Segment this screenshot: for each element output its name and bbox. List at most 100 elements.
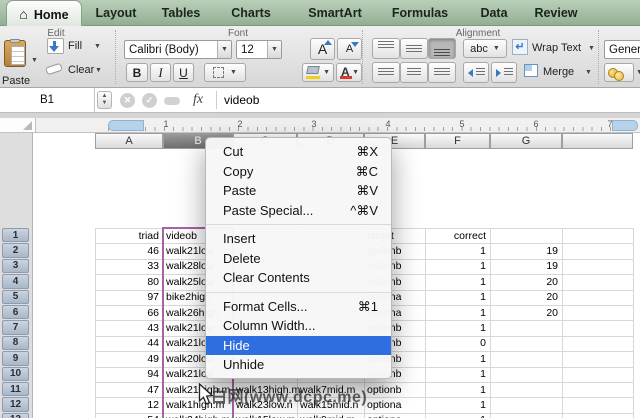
name-box[interactable]: B1 xyxy=(0,88,95,112)
cell-F13[interactable]: 1 xyxy=(425,414,486,418)
row-header-9[interactable]: 9 xyxy=(2,351,29,366)
decrease-indent-button[interactable] xyxy=(463,62,489,83)
cell-G3[interactable]: 19 xyxy=(490,260,558,273)
ruler-left-margin[interactable] xyxy=(108,120,144,131)
cell-A13[interactable]: 54 xyxy=(95,414,159,418)
menu-item-clear-contents[interactable]: Clear Contents xyxy=(206,268,391,288)
tab-smartart[interactable]: SmartArt xyxy=(299,0,371,26)
cell-G4[interactable]: 20 xyxy=(490,276,558,289)
cell-A8[interactable]: 44 xyxy=(95,337,159,350)
row-header-12[interactable]: 12 xyxy=(2,397,29,412)
cell-A6[interactable]: 66 xyxy=(95,307,159,320)
borders-button[interactable]: ▼ xyxy=(204,63,246,82)
cell-F9[interactable]: 1 xyxy=(425,353,486,366)
font-color-button[interactable]: A ▼ xyxy=(336,63,362,82)
menu-item-format-cells[interactable]: Format Cells... ⌘1 xyxy=(206,297,391,317)
merge-button[interactable]: Merge xyxy=(543,66,574,78)
cell-E11[interactable]: optionb xyxy=(367,384,401,397)
cell-A4[interactable]: 80 xyxy=(95,276,159,289)
currency-button[interactable] xyxy=(604,63,634,82)
font-name-select[interactable]: Calibri (Body) ▼ xyxy=(124,40,232,59)
cell-A5[interactable]: 97 xyxy=(95,291,159,304)
wrap-text-dropdown-arrow[interactable]: ▼ xyxy=(588,45,595,52)
grow-font-button[interactable]: A xyxy=(310,38,335,60)
row-header-10[interactable]: 10 xyxy=(2,366,29,381)
cell-B13[interactable]: walk24high.m xyxy=(166,414,230,418)
align-bottom-button[interactable] xyxy=(428,38,456,59)
formula-input[interactable]: videob xyxy=(224,93,259,107)
cell-A9[interactable]: 49 xyxy=(95,353,159,366)
cell-F12[interactable]: 1 xyxy=(425,399,486,412)
fill-color-button[interactable]: ▼ xyxy=(302,63,334,82)
cell-A2[interactable]: 46 xyxy=(95,245,159,258)
font-size-select[interactable]: 12 ▼ xyxy=(236,40,282,59)
cell-A10[interactable]: 94 xyxy=(95,368,159,381)
row-header-6[interactable]: 6 xyxy=(2,305,29,320)
shrink-font-button[interactable]: A xyxy=(337,38,362,60)
clear-button[interactable] xyxy=(45,62,65,76)
column-header-F[interactable]: F xyxy=(425,133,490,149)
align-center-button[interactable] xyxy=(400,62,428,83)
row-header-8[interactable]: 8 xyxy=(2,335,29,351)
italic-button[interactable]: I xyxy=(150,63,171,82)
cell-F10[interactable]: 1 xyxy=(425,368,486,381)
row-header-1[interactable]: 1 xyxy=(2,228,29,243)
tab-review[interactable]: Review xyxy=(524,0,588,26)
tab-home[interactable]: ⌂ Home xyxy=(6,0,82,26)
cell-E13[interactable]: optiona xyxy=(367,414,401,418)
name-box-stepper[interactable]: ▲ ▼ xyxy=(97,91,112,109)
tab-tables[interactable]: Tables xyxy=(152,0,210,26)
menu-item-paste[interactable]: Paste ⌘V xyxy=(206,181,391,201)
cell-F1[interactable]: correct xyxy=(425,230,486,243)
cell-G2[interactable]: 19 xyxy=(490,245,558,258)
menu-item-hide[interactable]: Hide xyxy=(206,335,391,355)
cell-E12[interactable]: optiona xyxy=(367,399,401,412)
cell-F11[interactable]: 1 xyxy=(425,384,486,397)
cell-F3[interactable]: 1 xyxy=(425,260,486,273)
cell-F7[interactable]: 1 xyxy=(425,322,486,335)
font-size-dropdown-arrow[interactable]: ▼ xyxy=(267,41,281,58)
font-name-dropdown-arrow[interactable]: ▼ xyxy=(217,41,231,58)
cell-A11[interactable]: 47 xyxy=(95,384,159,397)
cell-G5[interactable]: 20 xyxy=(490,291,558,304)
cell-A1[interactable]: triad xyxy=(95,230,159,243)
column-header-A[interactable]: A xyxy=(95,133,163,149)
clear-dropdown-arrow[interactable]: ▼ xyxy=(95,67,102,74)
align-middle-button[interactable] xyxy=(400,38,428,59)
ruler-right-margin[interactable] xyxy=(612,120,638,131)
paste-button[interactable] xyxy=(2,39,30,72)
cell-F2[interactable]: 1 xyxy=(425,245,486,258)
tab-charts[interactable]: Charts xyxy=(222,0,280,26)
align-left-button[interactable] xyxy=(372,62,400,83)
menu-item-cut[interactable]: Cut ⌘X xyxy=(206,142,391,162)
accept-icon[interactable]: ✓ xyxy=(142,93,157,108)
fill-button[interactable] xyxy=(47,38,64,54)
cell-G6[interactable]: 20 xyxy=(490,307,558,320)
menu-item-unhide[interactable]: Unhide xyxy=(206,355,391,375)
cell-A7[interactable]: 43 xyxy=(95,322,159,335)
paste-dropdown-arrow[interactable]: ▼ xyxy=(31,57,38,64)
bold-button[interactable]: B xyxy=(126,63,148,82)
tab-data[interactable]: Data xyxy=(469,0,519,26)
cancel-icon[interactable]: ✕ xyxy=(120,93,135,108)
row-header-4[interactable]: 4 xyxy=(2,274,29,289)
align-right-button[interactable] xyxy=(428,62,456,83)
cell-D13[interactable]: walk9mid.m xyxy=(300,414,355,418)
function-icon[interactable]: fx xyxy=(193,92,203,108)
number-format-select[interactable]: General xyxy=(604,40,640,59)
align-top-button[interactable] xyxy=(372,38,400,59)
cell-C13[interactable]: walk15low.m xyxy=(236,414,296,418)
fill-dropdown-arrow[interactable]: ▼ xyxy=(94,43,101,50)
merge-dropdown-arrow[interactable]: ▼ xyxy=(585,69,592,76)
row-header-11[interactable]: 11 xyxy=(2,382,29,397)
row-header-7[interactable]: 7 xyxy=(2,320,29,335)
row-header-13[interactable]: 13 xyxy=(2,412,29,418)
currency-dropdown-arrow[interactable]: ▼ xyxy=(636,69,640,76)
cell-A3[interactable]: 33 xyxy=(95,260,159,273)
menu-item-copy[interactable]: Copy ⌘C xyxy=(206,162,391,182)
cell-B1[interactable]: videob xyxy=(166,230,197,243)
menu-item-delete[interactable]: Delete xyxy=(206,249,391,269)
column-header-G[interactable]: G xyxy=(490,133,562,149)
cell-F5[interactable]: 1 xyxy=(425,291,486,304)
menu-item-paste-special[interactable]: Paste Special... ^⌘V xyxy=(206,201,391,221)
